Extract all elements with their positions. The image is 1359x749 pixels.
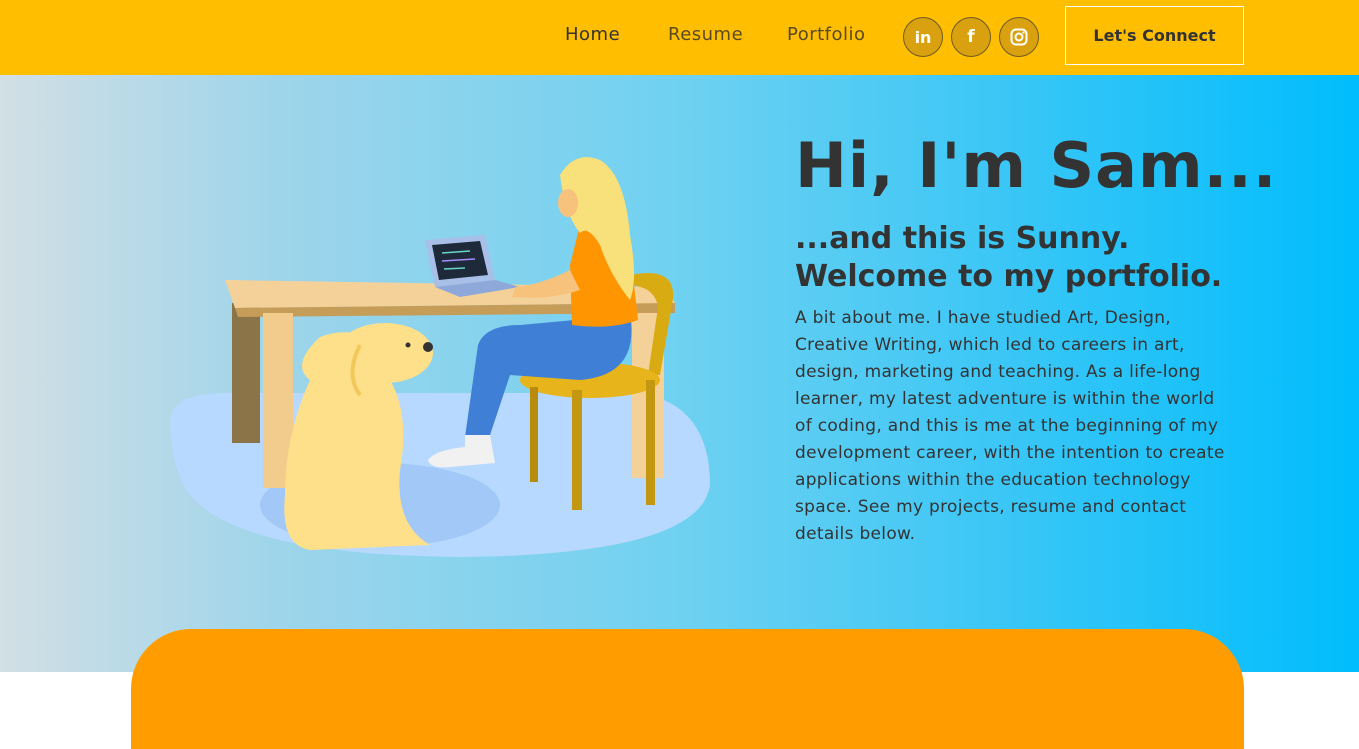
lets-connect-button[interactable]: Let's Connect [1065,6,1244,65]
person-face [558,189,578,217]
hero-subtitle: ...and this is Sunny. Welcome to my port… [795,221,1223,294]
chair-leg-left [530,387,538,482]
nav-portfolio-link[interactable]: Portfolio [787,24,866,45]
instagram-icon [1010,28,1028,46]
linkedin-icon: in [914,27,932,47]
hero-illustration [169,157,711,557]
desk-leg-back-left [232,303,260,443]
top-navbar: Home Resume Portfolio in f Let's Connect [0,0,1359,75]
dog-eye [405,342,411,348]
facebook-button[interactable]: f [951,17,991,57]
facebook-icon: f [967,27,975,47]
hero-title: Hi, I'm Sam... [795,129,1278,202]
hero-about-text: A bit about me. I have studied Art, Desi… [795,308,1225,544]
linkedin-button[interactable]: in [903,17,943,57]
instagram-button[interactable] [999,17,1039,57]
projects-section-top [131,629,1244,749]
dog-nose [423,342,433,352]
nav-home-link[interactable]: Home [565,24,620,45]
chair-leg-back [646,380,655,505]
nav-resume-link[interactable]: Resume [668,24,743,45]
chair-leg-front [572,390,582,510]
